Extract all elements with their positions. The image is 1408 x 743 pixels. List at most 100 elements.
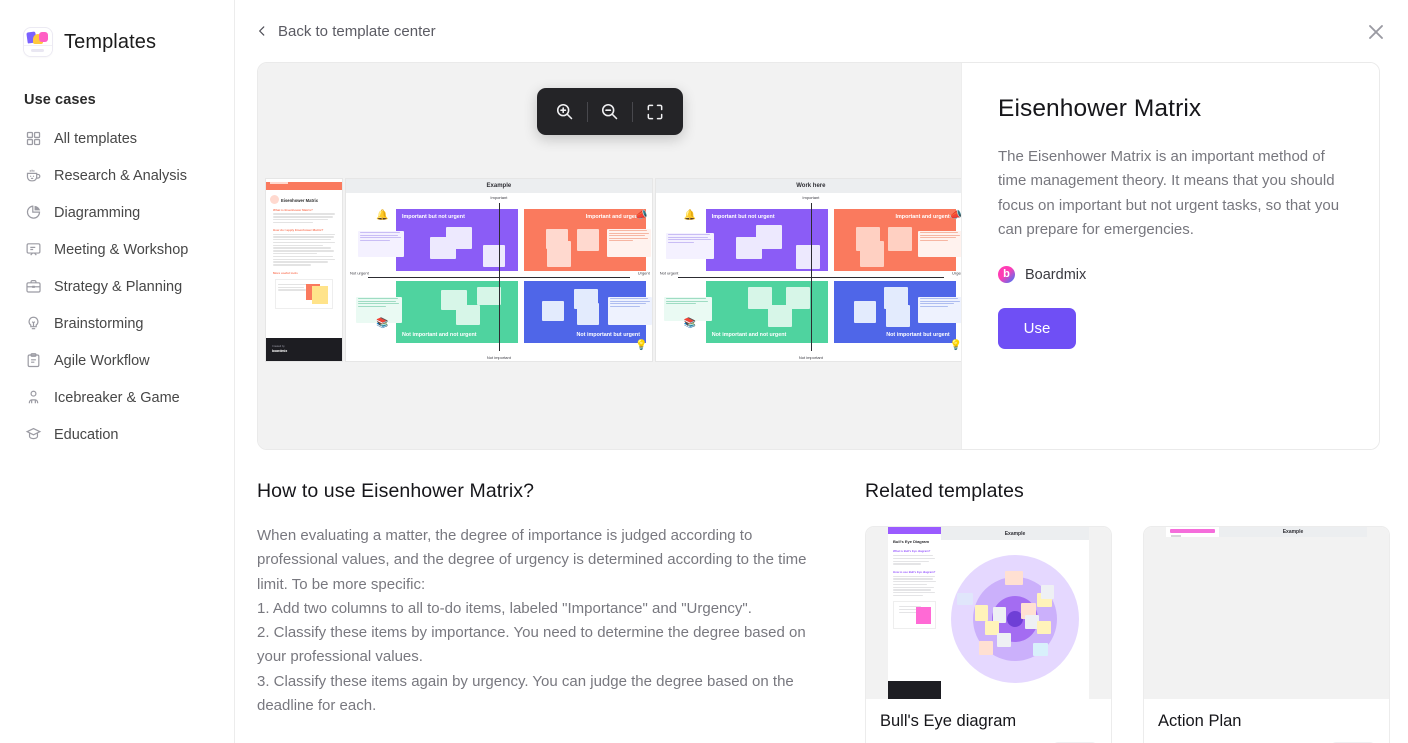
- template-preview-artwork: Eisenhower Matrix What is Eisenhower Mat…: [266, 179, 961, 361]
- sidebar-item-icebreaker-game[interactable]: Icebreaker & Game: [0, 379, 224, 416]
- grid-icon: [24, 130, 42, 148]
- quadrant-label: Not important but urgent: [886, 332, 950, 338]
- sidebar-item-diagramming[interactable]: Diagramming: [0, 194, 224, 231]
- related-templates-title: Related templates: [865, 480, 1024, 502]
- coffee-cup-icon: [24, 167, 42, 185]
- axis-label-top: Important: [490, 195, 508, 200]
- thumb-board-header: Example: [941, 527, 1089, 540]
- axis-label-bottom: Not important: [486, 355, 511, 360]
- template-thumbnail: Bull's Eye Diagram What is Bull's Eye di…: [866, 527, 1111, 699]
- preview-board-header: Example: [346, 179, 652, 193]
- sidebar-item-agile-workflow[interactable]: Agile Workflow: [0, 342, 224, 379]
- related-template-title: Action Plan: [1158, 712, 1242, 730]
- template-info-panel: Eisenhower Matrix The Eisenhower Matrix …: [961, 63, 1379, 449]
- main-content: Back to template center Eisenhower Matri…: [235, 0, 1408, 743]
- quadrant-label: Important but not urgent: [711, 214, 775, 220]
- template-title: Eisenhower Matrix: [998, 95, 1202, 122]
- lamp-emoji-icon: 💡: [635, 340, 648, 351]
- clipboard-icon: [24, 352, 42, 370]
- preview-doc-title: Eisenhower Matrix: [281, 198, 319, 203]
- brand: Templates: [0, 0, 234, 56]
- lightbulb-icon: [24, 315, 42, 333]
- template-hero-card: Eisenhower Matrix What is Eisenhower Mat…: [257, 62, 1380, 450]
- presentation-board-icon: [24, 241, 42, 259]
- template-thumbnail: Example: [1144, 527, 1389, 699]
- sidebar-item-research-analysis[interactable]: Research & Analysis: [0, 157, 224, 194]
- megaphone-emoji-icon: 📣: [635, 210, 648, 221]
- sidebar-item-meeting-workshop[interactable]: Meeting & Workshop: [0, 231, 224, 268]
- template-author: b Boardmix: [998, 266, 1349, 284]
- preview-board-header: Work here: [655, 179, 961, 193]
- megaphone-emoji-icon: 📣: [949, 210, 961, 221]
- preview-doc-heading-2: How do I apply Eisenhower Matrix?: [273, 228, 324, 233]
- preview-doc-panel: Eisenhower Matrix What is Eisenhower Mat…: [266, 179, 342, 361]
- thumb-board-header: Example: [1219, 527, 1367, 537]
- sidebar: Templates Use cases All templates Resear…: [0, 0, 235, 743]
- use-button[interactable]: Use: [998, 308, 1076, 350]
- preview-doc-footer-brand: boardmix: [272, 349, 288, 353]
- briefcase-icon: [24, 278, 42, 296]
- quadrant-label: Important and urgent: [585, 214, 640, 220]
- thumb-doc-title: Bull's Eye Diagram: [893, 539, 930, 544]
- people-icon: [24, 389, 42, 407]
- related-templates-list: Bull's Eye Diagram What is Bull's Eye di…: [865, 526, 1390, 743]
- graduation-cap-icon: [24, 426, 42, 444]
- axis-label-top: Important: [802, 195, 820, 200]
- lamp-emoji-icon: 💡: [949, 340, 961, 351]
- how-to-use-title: How to use Eisenhower Matrix?: [257, 480, 535, 502]
- preview-zoom-toolbar: [536, 88, 683, 135]
- sidebar-nav: All templates Research & Analysis Diagra…: [0, 120, 234, 453]
- axis-label-right: Urgent: [952, 270, 961, 276]
- axis-label-bottom: Not important: [798, 355, 823, 360]
- sidebar-item-label: Education: [54, 426, 119, 443]
- preview-board-example: Example Important but not urgent Importa…: [346, 179, 652, 361]
- quadrant-label: Not important but urgent: [576, 332, 640, 338]
- sidebar-section-title: Use cases: [24, 92, 96, 108]
- sidebar-item-label: Research & Analysis: [54, 167, 187, 184]
- quadrant-label: Important but not urgent: [402, 214, 465, 220]
- back-link-label: Back to template center: [278, 22, 436, 40]
- sidebar-item-all-templates[interactable]: All templates: [0, 120, 224, 157]
- sidebar-item-education[interactable]: Education: [0, 416, 224, 453]
- templates-logo-icon: [24, 28, 52, 56]
- preview-board-work-here: Work here Important but not urgent Impor…: [655, 179, 961, 361]
- related-template-card[interactable]: Bull's Eye Diagram What is Bull's Eye di…: [865, 526, 1112, 743]
- related-templates-section: Related templates Bull's Eye Diagram Wha…: [865, 480, 1390, 743]
- related-template-card[interactable]: Example Action Plan b Boardmix Free: [1143, 526, 1390, 743]
- sidebar-item-strategy-planning[interactable]: Strategy & Planning: [0, 268, 224, 305]
- templates-page: Templates Use cases All templates Resear…: [0, 0, 1408, 743]
- boardmix-logo-icon: b: [998, 266, 1015, 284]
- sidebar-item-label: All templates: [54, 130, 138, 147]
- zoom-out-icon[interactable]: [588, 93, 632, 131]
- back-to-template-center-button[interactable]: Back to template center: [247, 17, 444, 46]
- author-name: Boardmix: [1025, 266, 1087, 283]
- page-title: Templates: [64, 30, 157, 53]
- fullscreen-icon[interactable]: [633, 93, 677, 131]
- how-to-use-body: When evaluating a matter, the degree of …: [257, 527, 807, 715]
- sidebar-item-label: Brainstorming: [54, 315, 144, 332]
- sidebar-item-brainstorming[interactable]: Brainstorming: [0, 305, 224, 342]
- lower-section: How to use Eisenhower Matrix? When evalu…: [235, 450, 1408, 743]
- sidebar-item-label: Icebreaker & Game: [54, 389, 180, 406]
- template-preview[interactable]: Eisenhower Matrix What is Eisenhower Mat…: [258, 63, 961, 449]
- preview-doc-footer-label: Created by: [272, 345, 285, 348]
- preview-doc-heading-1: What is Eisenhower Matrix?: [273, 208, 313, 212]
- how-to-use-section: How to use Eisenhower Matrix? When evalu…: [257, 480, 817, 743]
- quadrant-label: Not important and not urgent: [402, 332, 477, 338]
- sidebar-item-label: Agile Workflow: [54, 352, 150, 369]
- quadrant-label: Important and urgent: [895, 214, 950, 220]
- sidebar-item-label: Diagramming: [54, 204, 141, 221]
- zoom-in-icon[interactable]: [543, 93, 587, 131]
- axis-label-left: Not urgent: [659, 270, 679, 276]
- close-icon[interactable]: [1364, 20, 1388, 44]
- axis-label-left: Not urgent: [350, 270, 369, 276]
- bell-emoji-icon: 🔔: [376, 210, 389, 221]
- related-template-title: Bull's Eye diagram: [880, 712, 1017, 730]
- axis-label-right: Urgent: [637, 270, 650, 276]
- preview-doc-heading-3: More useful tools: [273, 270, 298, 275]
- books-emoji-icon: 📚: [376, 318, 389, 329]
- chevron-left-icon: [259, 26, 265, 36]
- quadrant-label: Not important and not urgent: [711, 332, 787, 338]
- template-description: The Eisenhower Matrix is an important me…: [998, 148, 1340, 238]
- sidebar-item-label: Meeting & Workshop: [54, 241, 189, 258]
